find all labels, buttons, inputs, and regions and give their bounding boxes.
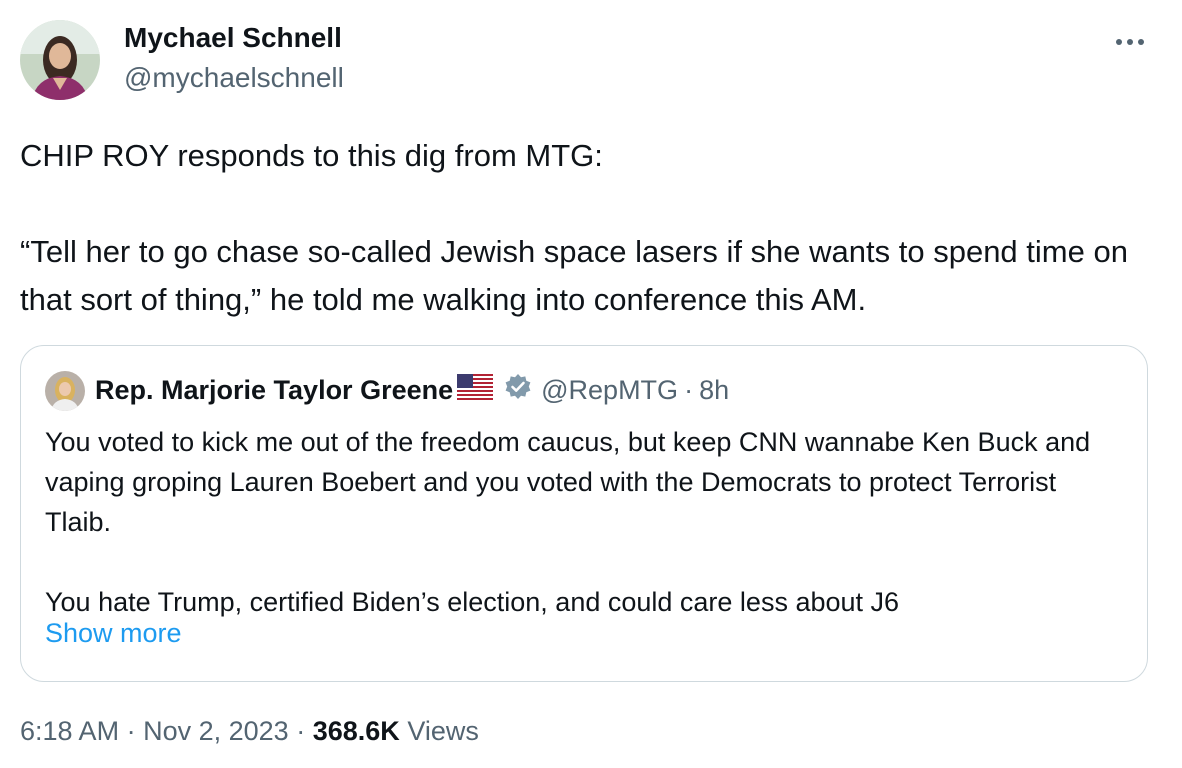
tweet-time[interactable]: 6:18 AM <box>20 716 119 746</box>
quoted-profile-photo-icon <box>45 371 85 411</box>
us-flag-icon <box>457 373 494 407</box>
author-name[interactable]: Mychael Schnell <box>124 22 342 54</box>
author-handle[interactable]: @mychaelschnell <box>124 62 344 94</box>
quoted-tweet-card[interactable]: Rep. Marjorie Taylor Greene @RepMTG · 8h <box>20 345 1148 682</box>
quoted-author-name[interactable]: Rep. Marjorie Taylor Greene <box>95 375 453 406</box>
quoted-author-avatar[interactable] <box>45 371 85 411</box>
tweet-date[interactable]: Nov 2, 2023 <box>143 716 289 746</box>
views-label: Views <box>407 716 479 746</box>
more-options-button[interactable] <box>1112 30 1148 54</box>
more-options-icon <box>1116 39 1144 45</box>
meta-separator: · <box>296 716 306 746</box>
tweet-text: CHIP ROY responds to this dig from MTG: … <box>20 138 1128 317</box>
quoted-author-handle[interactable]: @RepMTG <box>541 375 678 406</box>
tweet-metadata: 6:18 AM · Nov 2, 2023 · 368.6K Views <box>20 716 479 747</box>
quoted-tweet-text: You voted to kick me out of the freedom … <box>45 427 1091 617</box>
quoted-tweet-time[interactable]: 8h <box>699 375 729 406</box>
views-count: 368.6K <box>312 716 400 746</box>
show-more-link[interactable]: Show more <box>45 618 182 649</box>
profile-photo-icon <box>20 20 100 100</box>
verified-badge-icon <box>503 372 533 409</box>
meta-separator: · <box>126 716 136 746</box>
quoted-tweet-header: Rep. Marjorie Taylor Greene @RepMTG · 8h <box>95 370 729 410</box>
header-separator: · <box>684 374 694 405</box>
author-avatar[interactable] <box>20 20 100 100</box>
